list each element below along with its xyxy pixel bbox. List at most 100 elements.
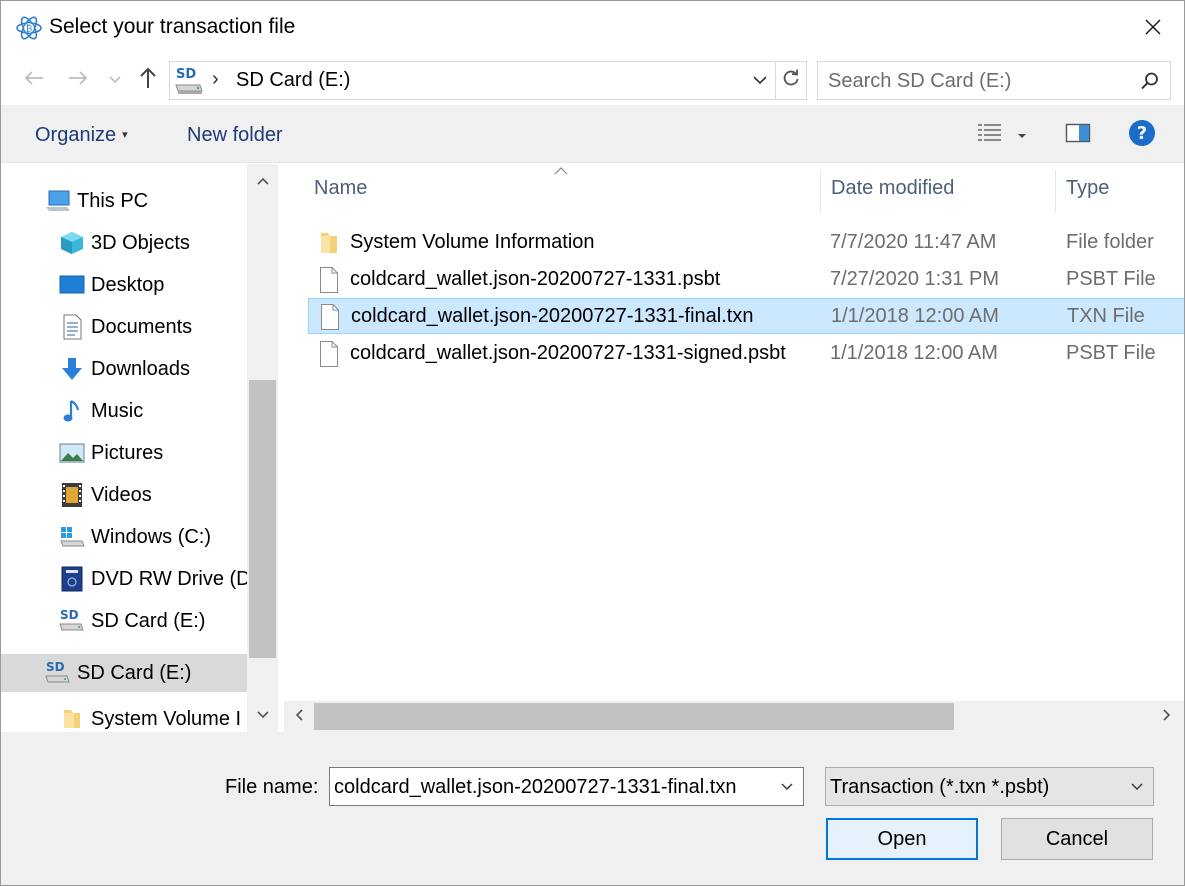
sidebar-item-downloads[interactable]: Downloads: [59, 350, 247, 388]
svg-text:SD: SD: [176, 67, 196, 82]
document-icon: [59, 314, 85, 340]
address-history-button[interactable]: [749, 68, 771, 94]
chevron-down-icon: [109, 71, 121, 89]
details-view-icon: [977, 122, 1003, 149]
search-box[interactable]: [817, 61, 1171, 100]
file-name: System Volume Information: [350, 231, 595, 253]
search-input[interactable]: [828, 68, 1128, 94]
column-divider[interactable]: [1055, 170, 1056, 212]
organize-label: Organize: [35, 124, 117, 146]
column-divider[interactable]: [820, 170, 821, 212]
sidebar-item-music[interactable]: Music: [59, 392, 247, 430]
file-date-modified: 7/7/2020 11:47 AM: [830, 231, 997, 253]
sidebar-item-label: SD Card (E:): [91, 609, 206, 632]
file-row-final-txn[interactable]: coldcard_wallet.json-20200727-1331-final…: [308, 298, 1184, 334]
sidebar-item-sd-card-selected[interactable]: SD SD Card (E:): [1, 654, 247, 692]
desktop-icon: [59, 272, 85, 298]
cube-icon: [59, 230, 85, 256]
sidebar-item-label: Pictures: [91, 441, 164, 464]
file-row-system-volume-information[interactable]: System Volume Information 7/7/2020 11:47…: [308, 225, 1184, 261]
svg-text:SD: SD: [46, 660, 65, 674]
file-name: coldcard_wallet.json-20200727-1331-final…: [351, 305, 754, 327]
column-header-name[interactable]: Name: [314, 164, 819, 212]
refresh-button[interactable]: [776, 61, 807, 100]
file-row-signed-psbt[interactable]: coldcard_wallet.json-20200727-1331-signe…: [308, 336, 1184, 372]
sidebar-item-label: SD Card (E:): [77, 661, 192, 684]
title-bar: ₿ Select your transaction file: [1, 1, 1184, 57]
close-icon: [1144, 18, 1162, 41]
arrow-up-icon: [139, 67, 157, 94]
file-row-psbt[interactable]: coldcard_wallet.json-20200727-1331.psbt …: [308, 262, 1184, 298]
navigation-pane-scrollbar[interactable]: [247, 164, 278, 732]
file-name: coldcard_wallet.json-20200727-1331.psbt: [350, 268, 721, 290]
sidebar-item-sd-card[interactable]: SD SD Card (E:): [59, 602, 247, 640]
back-button[interactable]: [19, 63, 49, 97]
bitcoin-app-icon: ₿: [15, 14, 43, 42]
sidebar-item-this-pc[interactable]: This PC: [45, 182, 245, 220]
svg-text:?: ?: [1137, 123, 1147, 144]
help-icon: ?: [1128, 119, 1156, 152]
file-type: PSBT File: [1066, 342, 1156, 364]
preview-pane-button[interactable]: [1065, 119, 1091, 151]
file-type: File folder: [1066, 231, 1154, 253]
file-date-modified: 1/1/2018 12:00 AM: [830, 342, 998, 364]
scrollbar-thumb[interactable]: [249, 380, 276, 658]
forward-button[interactable]: [63, 63, 93, 97]
chevron-down-icon: [781, 778, 793, 796]
file-open-dialog: ₿ Select your transaction file SD › SD C…: [0, 0, 1185, 886]
arrow-left-icon: [23, 69, 45, 92]
chevron-up-icon: [256, 172, 269, 190]
help-button[interactable]: ?: [1128, 119, 1156, 151]
sidebar-item-pictures[interactable]: Pictures: [59, 434, 247, 472]
file-name-combobox[interactable]: [329, 767, 804, 806]
recent-locations-button[interactable]: [105, 63, 125, 97]
file-type-filter-value: Transaction (*.txn *.psbt): [830, 776, 1050, 798]
file-icon: [318, 340, 340, 368]
change-view-button[interactable]: [977, 119, 1003, 151]
sidebar-item-label: Downloads: [91, 357, 190, 380]
refresh-icon: [782, 69, 800, 92]
sidebar-item-dvd-drive[interactable]: DVD RW Drive (D: [59, 560, 247, 598]
column-header-type[interactable]: Type: [1066, 164, 1176, 212]
file-name-dropdown-button[interactable]: [777, 776, 797, 798]
sd-card-icon: SD: [45, 660, 71, 686]
sidebar-item-label: DVD RW Drive (D: [91, 567, 247, 590]
close-button[interactable]: [1122, 1, 1184, 57]
column-header-date-modified[interactable]: Date modified: [831, 164, 1055, 212]
cancel-button[interactable]: Cancel: [1001, 818, 1153, 860]
scroll-up-button[interactable]: [247, 164, 278, 198]
file-type-filter-select[interactable]: Transaction (*.txn *.psbt): [825, 767, 1154, 806]
picture-icon: [59, 440, 85, 466]
sidebar-item-documents[interactable]: Documents: [59, 308, 247, 346]
sidebar-item-videos[interactable]: Videos: [59, 476, 247, 514]
dvd-drive-icon: [59, 566, 85, 592]
sidebar-item-desktop[interactable]: Desktop: [59, 266, 247, 304]
chevron-down-icon: [753, 72, 767, 90]
new-folder-button[interactable]: New folder: [187, 124, 283, 147]
scrollbar-thumb[interactable]: [314, 703, 954, 730]
dialog-footer: File name: Transaction (*.txn *.psbt) Op…: [1, 732, 1184, 885]
file-icon: [319, 303, 341, 331]
chevron-right-icon: [1163, 708, 1171, 726]
breadcrumb-location[interactable]: SD Card (E:): [236, 69, 350, 92]
scroll-left-button[interactable]: [284, 701, 314, 732]
sidebar-item-windows-drive[interactable]: Windows (C:): [59, 518, 247, 556]
search-icon[interactable]: [1140, 71, 1160, 91]
view-options-button[interactable]: [1017, 119, 1027, 151]
sidebar-item-3d-objects[interactable]: 3D Objects: [59, 224, 247, 262]
file-name-input[interactable]: [334, 774, 764, 800]
open-button[interactable]: Open: [826, 818, 978, 860]
preview-pane-icon: [1065, 122, 1091, 149]
scroll-down-button[interactable]: [247, 698, 278, 732]
music-icon: [59, 398, 85, 424]
command-bar: Organize ▾ New folder ?: [1, 105, 1184, 163]
breadcrumb-separator: ›: [212, 68, 219, 90]
up-button[interactable]: [135, 63, 161, 97]
address-bar[interactable]: SD › SD Card (E:): [169, 61, 776, 100]
caret-down-icon: ▾: [122, 129, 128, 141]
file-name: coldcard_wallet.json-20200727-1331-signe…: [350, 342, 786, 364]
file-list-horizontal-scrollbar[interactable]: [284, 701, 1184, 732]
scroll-right-button[interactable]: [1152, 701, 1182, 732]
folder-icon: [59, 706, 85, 732]
organize-button[interactable]: Organize ▾: [35, 124, 128, 147]
